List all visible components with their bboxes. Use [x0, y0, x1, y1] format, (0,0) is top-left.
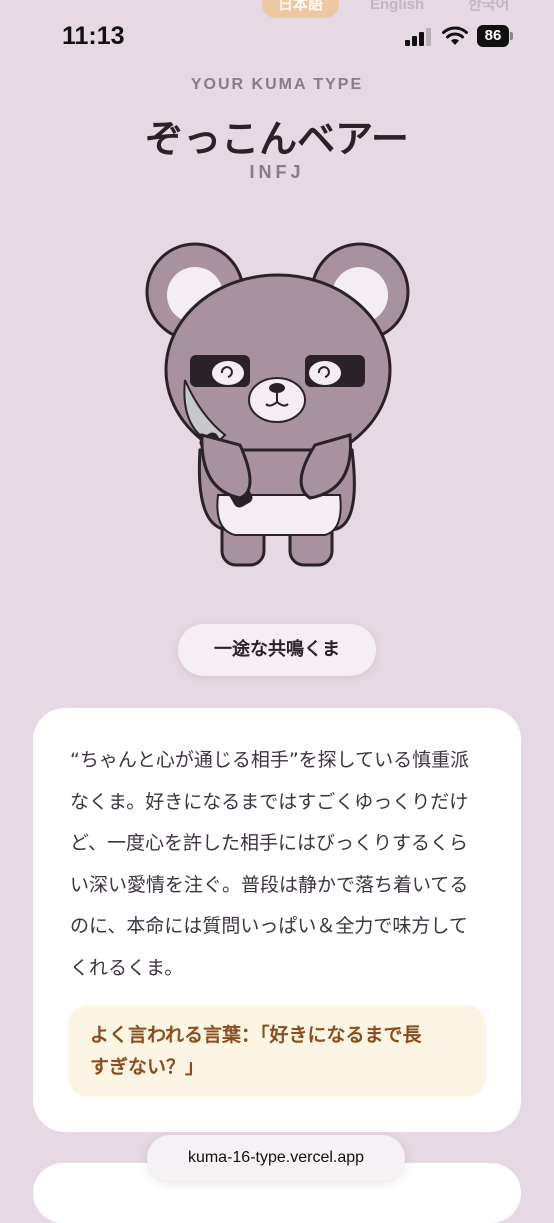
signal-icon	[405, 28, 431, 46]
quote-line: よく言われる言葉：「好きになるまで長	[90, 1024, 422, 1046]
tab-english[interactable]: English	[354, 0, 440, 18]
wifi-icon	[442, 26, 468, 45]
description-line: い深い愛情を注ぐ。普段は静かで落ち着いてる	[70, 873, 469, 896]
battery-level: 86	[477, 25, 509, 47]
tab-japanese[interactable]: 日本語	[262, 0, 340, 18]
url-bar[interactable]: kuma-16-type.vercel.app	[147, 1135, 405, 1181]
description-line: ど、一度心を許した相手にはびっくりするくら	[70, 832, 469, 854]
description-text: “ちゃんと心が通じる相手”を探している慎重派 なくま。好きになるまではすごくゆっ…	[70, 740, 490, 989]
status-time: 11:13	[62, 22, 125, 50]
description-line: “ちゃんと心が通じる相手”を探している慎重派	[70, 749, 470, 771]
battery-icon: 86	[477, 25, 513, 47]
tagline-badge: 一途な共鳴くま	[178, 624, 376, 676]
result-eyebrow: YOUR KUMA TYPE	[190, 76, 364, 93]
tab-korean[interactable]: 한국어	[452, 0, 525, 18]
quote-box: よく言われる言葉：「好きになるまで長 すぎない？」	[68, 1005, 486, 1097]
type-name: ぞっこんベアー	[145, 117, 409, 161]
mbti-code: INFJ	[249, 162, 305, 182]
description-card: “ちゃんと心が通じる相手”を探している慎重派 なくま。好きになるまではすごくゆっ…	[33, 708, 521, 1132]
description-line: くれるくま。	[70, 956, 184, 979]
language-tabs: 日本語 English 한국어	[262, 0, 552, 20]
status-bar: 11:13 日本語 English 한국어 86	[0, 0, 554, 74]
quote-line: すぎない？」	[90, 1056, 205, 1078]
bear-illustration	[145, 242, 410, 567]
quote-text: よく言われる言葉：「好きになるまで長 すぎない？」	[90, 1019, 470, 1083]
description-line: なくま。好きになるまではすごくゆっくりだけ	[70, 790, 469, 813]
description-line: のに、本命には質問いっぱい＆全力で味方して	[70, 915, 468, 937]
